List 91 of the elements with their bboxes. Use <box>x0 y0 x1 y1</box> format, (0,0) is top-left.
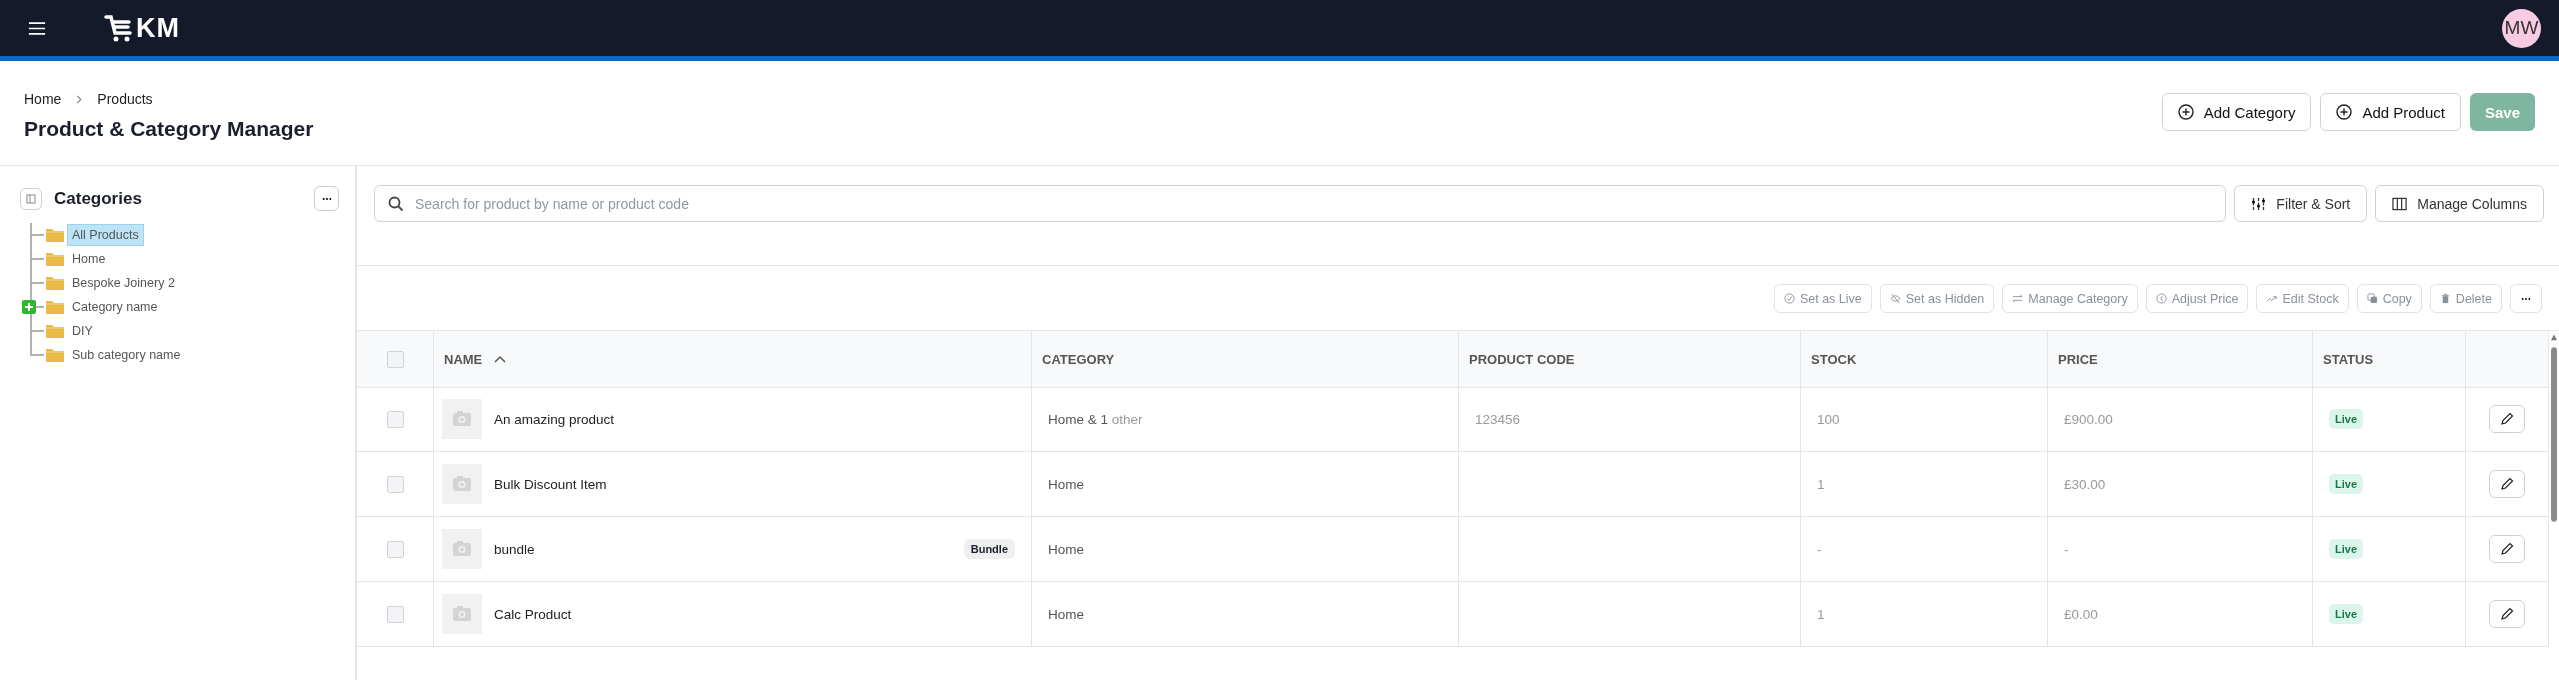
user-avatar[interactable]: MW <box>2502 8 2541 48</box>
edit-button[interactable] <box>2489 600 2525 628</box>
search-field[interactable]: Search for product by name or product code <box>374 185 2227 222</box>
tree-line <box>30 247 44 271</box>
table-cell: Home <box>1032 582 1459 647</box>
table-cell: 100 <box>1801 387 2048 452</box>
product-name[interactable]: Bulk Discount Item <box>494 476 607 492</box>
edit-button[interactable] <box>2489 470 2525 498</box>
header-button[interactable]: Add Category <box>2161 93 2312 131</box>
product-name[interactable]: bundle <box>494 541 535 557</box>
breadcrumb-link[interactable]: Products <box>97 91 153 107</box>
status-tag: Live <box>2329 409 2363 429</box>
columns-icon <box>2392 196 2408 211</box>
table-cell: - <box>2048 517 2313 582</box>
column-header[interactable]: STOCK <box>1801 331 2048 388</box>
header-button[interactable]: Add Product <box>2320 93 2461 131</box>
copy-icon <box>2366 293 2378 304</box>
column-header[interactable]: CATEGORY <box>1032 331 1459 388</box>
tree-line <box>30 271 44 295</box>
pencil-icon <box>2500 477 2514 491</box>
dots-icon <box>2521 296 2531 301</box>
folder-icon <box>46 252 64 266</box>
swap-arrows-icon <box>2012 293 2024 304</box>
check-circle-icon <box>1783 293 1795 304</box>
pencil-icon <box>2500 412 2514 426</box>
category-item[interactable]: All Products <box>68 225 143 245</box>
table-cell: Home & 1 other <box>1032 387 1459 452</box>
table-cell: 123456 <box>1459 387 1801 452</box>
pencil-icon <box>2500 542 2514 556</box>
trend-up-icon <box>2266 293 2278 304</box>
checkbox[interactable] <box>386 540 404 558</box>
camera-icon <box>442 399 482 439</box>
bundle-tag: Bundle <box>963 539 1015 559</box>
category-item[interactable]: DIY <box>68 321 97 341</box>
category-item[interactable]: Home <box>68 249 110 269</box>
column-header[interactable]: NAME <box>434 331 1032 388</box>
pencil-icon <box>2500 607 2514 621</box>
cart-icon <box>104 14 134 42</box>
breadcrumb-link[interactable]: Home <box>24 91 62 107</box>
product-name[interactable]: Calc Product <box>494 606 572 622</box>
edit-button[interactable] <box>2489 535 2525 563</box>
collapse-icon[interactable] <box>20 187 42 210</box>
tree-line <box>30 223 44 247</box>
folder-icon <box>46 348 64 362</box>
status-tag: Live <box>2329 539 2363 559</box>
column-header[interactable]: PRODUCT CODE <box>1459 331 1801 388</box>
camera-icon <box>442 464 482 504</box>
chevron-icon <box>75 93 84 105</box>
table-cell: 1 <box>1801 582 2048 647</box>
plus-circle-icon <box>2336 104 2353 120</box>
eye-slash-icon <box>1889 293 1901 304</box>
table-cell: 1 <box>1801 452 2048 517</box>
table-cell: Home <box>1032 517 1459 582</box>
table-cell: £30.00 <box>2048 452 2313 517</box>
search-icon <box>388 196 404 212</box>
checkbox[interactable] <box>386 605 404 623</box>
dots-icon <box>321 196 332 201</box>
table-cell: - <box>1801 517 2048 582</box>
column-header[interactable]: STATUS <box>2313 331 2466 388</box>
edit-button[interactable] <box>2489 405 2525 433</box>
category-item[interactable]: Bespoke Joinery 2 <box>68 273 179 293</box>
sidebar-title: Categories <box>54 188 142 209</box>
status-tag: Live <box>2329 474 2363 494</box>
toolbar-button[interactable]: Filter & Sort <box>2234 185 2368 222</box>
camera-icon <box>442 594 482 634</box>
folder-icon <box>46 228 64 242</box>
checkbox[interactable] <box>386 410 404 428</box>
status-tag: Live <box>2329 604 2363 624</box>
menu-icon[interactable] <box>28 21 46 35</box>
category-item[interactable]: Category name <box>68 297 162 317</box>
sliders-icon <box>2251 196 2267 211</box>
table-cell: £900.00 <box>2048 387 2313 452</box>
checkbox[interactable] <box>386 475 404 493</box>
table-cell: £0.00 <box>2048 582 2313 647</box>
page-title: Product & Category Manager <box>24 117 314 141</box>
toolbar-button[interactable]: Manage Columns <box>2375 185 2544 222</box>
folder-icon <box>46 276 64 290</box>
checkbox[interactable] <box>386 350 404 368</box>
more-button[interactable] <box>2510 284 2542 313</box>
folder-icon <box>46 300 64 314</box>
folder-icon <box>46 324 64 338</box>
more-button[interactable] <box>314 186 339 211</box>
table-cell: Home <box>1032 452 1459 517</box>
column-header[interactable]: PRICE <box>2048 331 2313 388</box>
currency-icon <box>2155 293 2167 304</box>
category-item[interactable]: Sub category name <box>68 345 185 365</box>
logo-text: KM <box>136 12 180 44</box>
trash-icon <box>2439 293 2451 304</box>
camera-icon <box>442 529 482 569</box>
plus-circle-icon <box>2177 104 2194 120</box>
product-name[interactable]: An amazing product <box>494 411 615 427</box>
